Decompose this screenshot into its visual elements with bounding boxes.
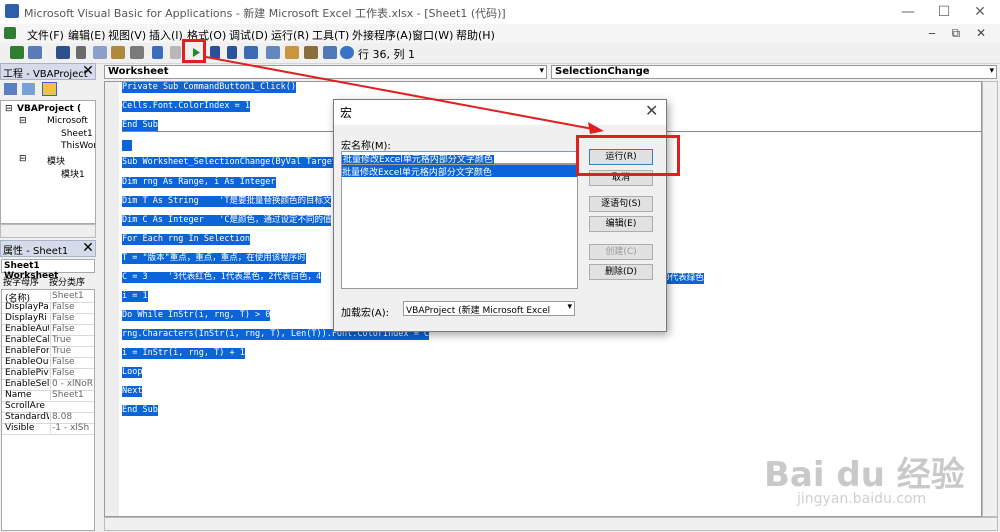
baidu-watermark-url: jingyan.baidu.com [797, 491, 927, 507]
baidu-watermark: Bai du 经验 [764, 455, 965, 495]
